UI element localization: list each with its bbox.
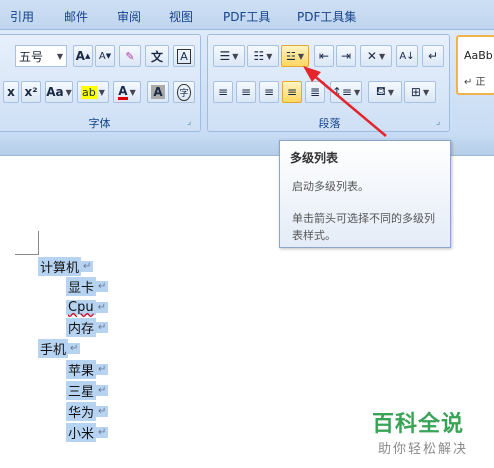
red-arrow-annotation [303,66,387,137]
watermark-subtitle: 助你轻松解决 [378,442,469,457]
watermark-title: 百科全说 [372,412,465,437]
